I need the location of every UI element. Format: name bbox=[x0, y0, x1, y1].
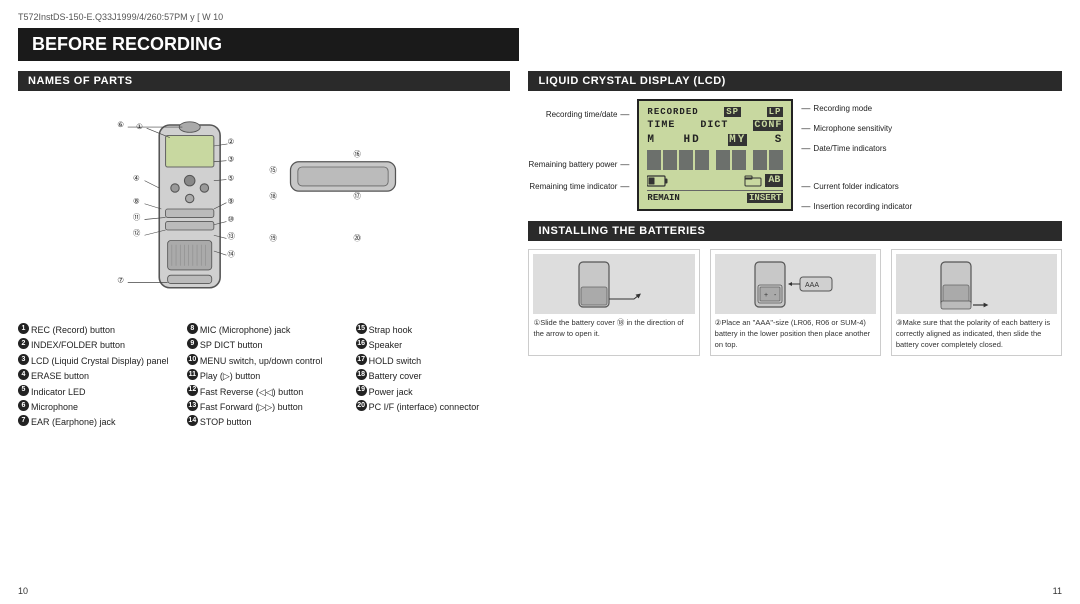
svg-text:⑧: ⑧ bbox=[133, 197, 140, 206]
page: T572InstDS-150-E.Q33J1999/4/260:57PM y [… bbox=[0, 0, 1080, 604]
svg-text:⑯: ⑯ bbox=[353, 150, 361, 159]
lcd-bottom-row: AB bbox=[647, 174, 783, 187]
main-title: BEFORE RECORDING bbox=[18, 28, 519, 61]
svg-text:+: + bbox=[764, 292, 768, 299]
list-item: 1 REC (Record) button bbox=[18, 323, 173, 337]
device-illustration: ① ② ③ ④ ⑤ ⑥ bbox=[18, 99, 510, 319]
battery-step-3-image bbox=[896, 254, 1057, 314]
list-item: 7 EAR (Earphone) jack bbox=[18, 415, 173, 429]
list-item: 19 Power jack bbox=[356, 385, 511, 399]
parts-list: 1 REC (Record) button 2 INDEX/FOLDER but… bbox=[18, 323, 510, 431]
folder-insert-indicator: AB bbox=[744, 174, 783, 187]
list-item: 13 Fast Forward (▷▷) button bbox=[187, 400, 342, 414]
step-2-caption: ②Place an "AAA"-size (LR06, R06 or SUM-4… bbox=[715, 318, 876, 351]
right-column: LIQUID CRYSTAL DISPLAY (LCD) Recording t… bbox=[528, 71, 1062, 431]
svg-text:AAA: AAA bbox=[805, 282, 819, 289]
svg-text:⑮: ⑮ bbox=[269, 165, 277, 174]
label-recording-time: Recording time/date — bbox=[528, 109, 629, 119]
step-1-caption: ①Slide the battery cover ⑱ in the direct… bbox=[533, 318, 694, 340]
lcd-segments-row1 bbox=[647, 150, 783, 170]
battery-step-2-image: + - AAA bbox=[715, 254, 876, 314]
label-recording-mode: — Recording mode bbox=[801, 103, 912, 113]
svg-text:⑥: ⑥ bbox=[117, 120, 124, 129]
two-column-layout: NAMES OF PARTS bbox=[18, 71, 1062, 431]
lcd-diagram: Recording time/date — Remaining battery … bbox=[528, 99, 1062, 211]
lcd-labels-left: Recording time/date — Remaining battery … bbox=[528, 99, 629, 191]
list-item: 10 MENU switch, up/down control bbox=[187, 354, 342, 368]
svg-text:⑤: ⑤ bbox=[227, 174, 234, 183]
top-bar: T572InstDS-150-E.Q33J1999/4/260:57PM y [… bbox=[18, 12, 1062, 22]
list-item: 17 HOLD switch bbox=[356, 354, 511, 368]
battery-step-1-image bbox=[533, 254, 694, 314]
label-battery: Remaining battery power — bbox=[528, 159, 629, 169]
list-item: 9 SP DICT button bbox=[187, 338, 342, 352]
svg-text:③: ③ bbox=[227, 155, 234, 164]
label-insertion-indicator: — Insertion recording indicator bbox=[801, 201, 912, 211]
list-item: 4 ERASE button bbox=[18, 369, 173, 383]
svg-text:⑦: ⑦ bbox=[117, 276, 124, 285]
battery-indicator bbox=[647, 175, 669, 187]
battery-steps: 1 bbox=[528, 249, 1062, 356]
svg-text:⑰: ⑰ bbox=[353, 192, 361, 201]
lcd-row1: RECORDED SP LP bbox=[647, 107, 783, 117]
lcd-labels-bottom: REMAIN INSERT bbox=[647, 190, 783, 203]
svg-text:⑨: ⑨ bbox=[227, 197, 234, 206]
lcd-labels-right: — Recording mode — Microphone sensitivit… bbox=[801, 99, 912, 211]
battery-step-1: 1 bbox=[528, 249, 699, 356]
parts-col-2: 8 MIC (Microphone) jack 9 SP DICT button… bbox=[187, 323, 342, 431]
list-item: 18 Battery cover bbox=[356, 369, 511, 383]
list-item: 8 MIC (Microphone) jack bbox=[187, 323, 342, 337]
battery-section-header: INSTALLING THE BATTERIES bbox=[528, 221, 1062, 241]
list-item: 6 Microphone bbox=[18, 400, 173, 414]
svg-text:⑬: ⑬ bbox=[227, 231, 235, 240]
list-item: 5 Indicator LED bbox=[18, 385, 173, 399]
list-item: 14 STOP button bbox=[187, 415, 342, 429]
svg-text:④: ④ bbox=[133, 174, 140, 183]
svg-text:⑳: ⑳ bbox=[353, 234, 361, 243]
list-item: 16 Speaker bbox=[356, 338, 511, 352]
list-item: 2 INDEX/FOLDER button bbox=[18, 338, 173, 352]
page-number-right: 11 bbox=[1053, 586, 1062, 596]
topbar-text: T572InstDS-150-E.Q33J1999/4/260:57PM y [… bbox=[18, 12, 223, 22]
list-item: 12 Fast Reverse (◁◁) button bbox=[187, 385, 342, 399]
parts-col-1: 1 REC (Record) button 2 INDEX/FOLDER but… bbox=[18, 323, 173, 431]
svg-text:⑱: ⑱ bbox=[269, 192, 277, 201]
list-item: 15 Strap hook bbox=[356, 323, 511, 337]
svg-text:⑩: ⑩ bbox=[227, 215, 234, 224]
svg-text:②: ② bbox=[227, 137, 234, 146]
battery-step-3: 3 bbox=[891, 249, 1062, 356]
label-remain-time: Remaining time indicator — bbox=[528, 181, 629, 191]
svg-text:⑲: ⑲ bbox=[269, 234, 277, 243]
battery-step-2: 2 + - AAA bbox=[710, 249, 881, 356]
left-column: NAMES OF PARTS bbox=[18, 71, 510, 431]
main-title-text: BEFORE RECORDING bbox=[32, 34, 222, 54]
lcd-row2: TIME DICT CONF bbox=[647, 120, 783, 131]
label-mic-sensitivity: — Microphone sensitivity bbox=[801, 123, 912, 133]
label-datetime-indicators: — Date/Time indicators bbox=[801, 143, 912, 153]
lcd-row3: M HD MY S bbox=[647, 134, 783, 146]
svg-text:⑪: ⑪ bbox=[133, 213, 141, 222]
page-number-left: 10 bbox=[18, 586, 28, 596]
svg-text:①: ① bbox=[136, 122, 143, 131]
svg-text:⑫: ⑫ bbox=[133, 228, 141, 237]
list-item: 20 PC I/F (interface) connector bbox=[356, 400, 511, 414]
list-item: 11 Play (▷) button bbox=[187, 369, 342, 383]
step-3-caption: ③Make sure that the polarity of each bat… bbox=[896, 318, 1057, 351]
lcd-section-header: LIQUID CRYSTAL DISPLAY (LCD) bbox=[528, 71, 1062, 91]
parts-col-3: 15 Strap hook 16 Speaker 17 HOLD switch … bbox=[356, 323, 511, 431]
names-of-parts-header: NAMES OF PARTS bbox=[18, 71, 510, 91]
lcd-screen: RECORDED SP LP TIME DICT CONF M HD MY S bbox=[637, 99, 793, 211]
device-svg: ① ② ③ ④ ⑤ ⑥ bbox=[18, 104, 510, 314]
svg-text:⑭: ⑭ bbox=[227, 249, 235, 258]
list-item: 3 LCD (Liquid Crystal Display) panel bbox=[18, 354, 173, 368]
label-folder-indicators: — Current folder indicators bbox=[801, 181, 912, 191]
